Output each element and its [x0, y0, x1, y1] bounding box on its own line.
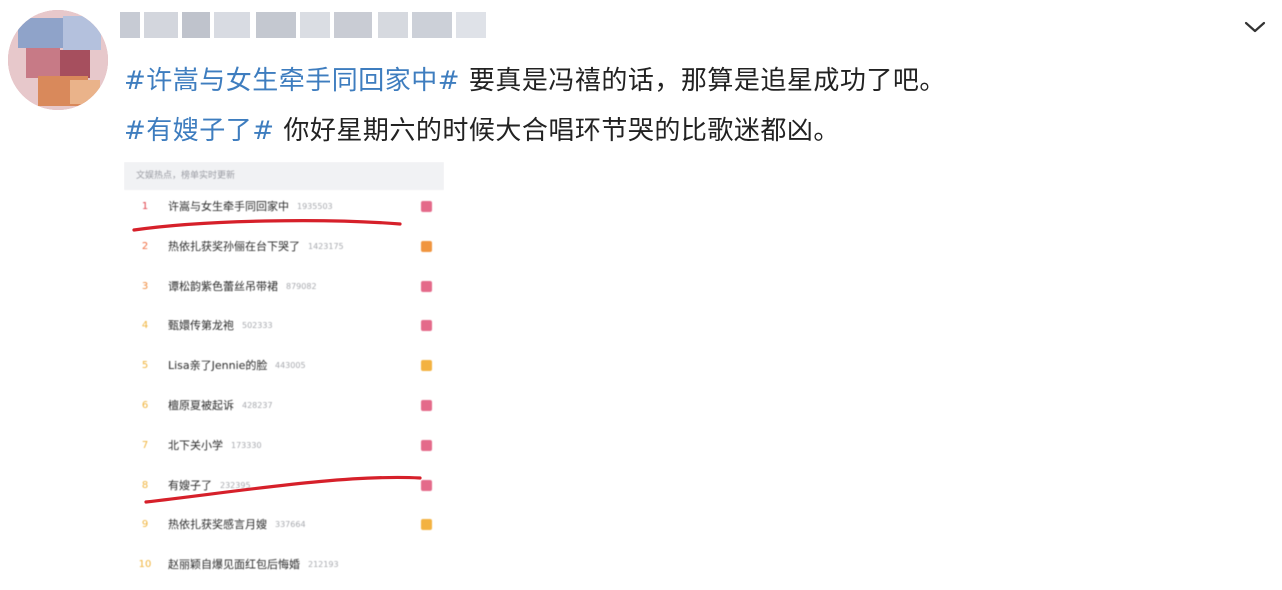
rank-title: 许嵩与女生牵手同回家中 — [168, 200, 289, 213]
rank-count: 879082 — [286, 281, 317, 291]
rank-title: Lisa亲了Jennie的脸 — [168, 359, 268, 373]
hashtag-link[interactable]: #有嫂子了# — [124, 116, 275, 146]
rank-title: 甄嬛传第龙袍 — [168, 319, 234, 333]
hot-badge-icon — [421, 280, 432, 292]
rank-count: 443005 — [275, 361, 306, 371]
screenshot-header: 文娱热点，榜单实时更新 — [124, 162, 444, 190]
rank-title: 热依扎获奖孙俪在台下哭了 — [168, 239, 300, 253]
hashtag-link[interactable]: #许嵩与女生牵手同回家中# — [124, 66, 460, 96]
hot-badge-icon — [421, 320, 432, 332]
post-card: #许嵩与女生牵手同回家中# 要真是冯禧的话，那算是追星成功了吧。 #有嫂子了# … — [0, 0, 1282, 590]
hot-search-screenshot[interactable]: 文娱热点，榜单实时更新 1 许嵩与女生牵手同回家中 1935503 2 热依扎获奖孙俪在… — [124, 162, 444, 580]
chevron-down-icon[interactable] — [1242, 18, 1268, 36]
rank-row[interactable]: 7 北下关小学 173330 — [124, 433, 444, 459]
rank-row[interactable]: 10 赵丽颖自爆见面红包后悔婚 212193 — [124, 552, 444, 578]
post-text-line-2: #有嫂子了# 你好星期六的时候大合唱环节哭的比歌迷都凶。 — [124, 110, 840, 147]
rank-number: 6 — [141, 400, 149, 411]
hot-badge-icon — [421, 519, 432, 531]
rank-title: 檀原夏被起诉 — [168, 399, 234, 412]
post-text: 你好星期六的时候大合唱环节哭的比歌迷都凶。 — [283, 116, 840, 146]
rank-row[interactable]: 2 热依扎获奖孙俪在台下哭了 1423175 — [124, 234, 444, 260]
rank-count: 232395 — [220, 480, 251, 490]
rank-title: 热依扎获奖感言月嫂 — [168, 518, 267, 532]
rank-row[interactable]: 4 甄嬛传第龙袍 502333 — [124, 313, 444, 339]
rank-title: 有嫂子了 — [168, 478, 212, 492]
rank-count: 1423175 — [308, 241, 344, 251]
rank-title: 赵丽颖自爆见面红包后悔婚 — [168, 558, 300, 572]
rank-row[interactable]: 6 檀原夏被起诉 428237 — [124, 393, 444, 419]
hot-badge-icon — [421, 240, 432, 252]
rank-count: 212193 — [308, 560, 339, 570]
rank-count: 337664 — [275, 520, 306, 530]
rank-row[interactable]: 5 Lisa亲了Jennie的脸 443005 — [124, 353, 444, 379]
post-text: 要真是冯禧的话，那算是追星成功了吧。 — [468, 66, 946, 96]
post-text-line-1: #许嵩与女生牵手同回家中# 要真是冯禧的话，那算是追星成功了吧。 — [124, 60, 946, 97]
rank-row[interactable]: 3 谭松韵紫色蕾丝吊带裙 879082 — [124, 274, 444, 300]
rank-title: 谭松韵紫色蕾丝吊带裙 — [168, 279, 278, 293]
rank-number: 3 — [141, 280, 149, 292]
avatar[interactable] — [8, 10, 108, 110]
rank-number: 2 — [141, 240, 149, 252]
rank-number: 8 — [141, 479, 149, 491]
hot-badge-icon — [421, 201, 432, 212]
rank-count: 502333 — [242, 321, 273, 331]
rank-row[interactable]: 8 有嫂子了 232395 — [124, 473, 444, 499]
hot-badge-icon — [421, 479, 432, 491]
hot-badge-icon — [421, 400, 432, 411]
rank-number: 10 — [138, 559, 152, 571]
rank-number: 7 — [141, 439, 149, 451]
rank-number: 4 — [141, 320, 149, 332]
hot-badge-icon — [421, 439, 432, 451]
rank-count: 173330 — [231, 440, 262, 450]
hot-badge-icon — [421, 360, 432, 372]
rank-row[interactable]: 9 热依扎获奖感言月嫂 337664 — [124, 512, 444, 538]
rank-number: 9 — [141, 519, 149, 531]
rank-count: 428237 — [242, 401, 273, 410]
rank-row[interactable]: 1 许嵩与女生牵手同回家中 1935503 — [124, 194, 444, 220]
rank-title: 北下关小学 — [168, 438, 223, 452]
rank-number: 1 — [141, 201, 149, 212]
rank-number: 5 — [141, 360, 149, 372]
username-blurred — [120, 12, 490, 40]
underline-row-1 — [132, 219, 402, 232]
rank-count: 1935503 — [297, 202, 333, 211]
